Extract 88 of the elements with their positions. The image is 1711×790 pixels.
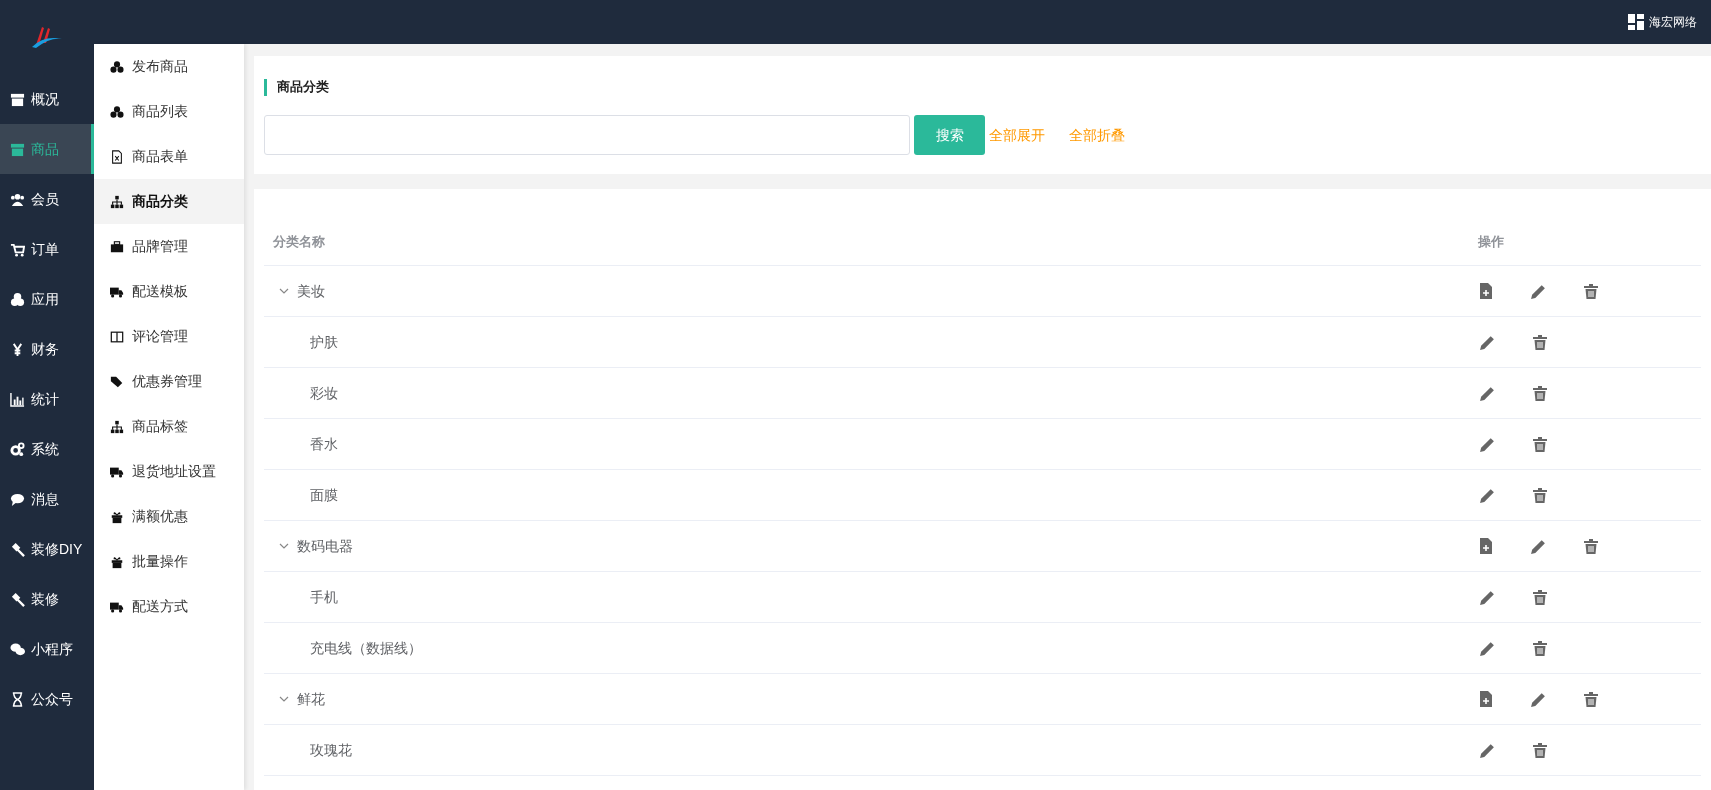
columns-icon (110, 329, 124, 344)
trash-icon[interactable] (1584, 283, 1598, 299)
category-name: 护肤 (310, 332, 338, 352)
nav-item[interactable]: 小程序 (0, 624, 94, 674)
trash-icon[interactable] (1584, 538, 1598, 554)
submenu-item[interactable]: 配送模板 (94, 269, 244, 314)
nav-item[interactable]: 装修 (0, 574, 94, 624)
submenu-item[interactable]: 品牌管理 (94, 224, 244, 269)
users-icon (10, 191, 25, 207)
sitemap-icon (110, 194, 124, 209)
nav-item[interactable]: 会员 (0, 174, 94, 224)
nav-item[interactable]: 统计 (0, 374, 94, 424)
pencil-icon[interactable] (1479, 588, 1496, 606)
submenu-item[interactable]: 商品标签 (94, 404, 244, 449)
pencil-icon[interactable] (1479, 639, 1496, 657)
trash-icon[interactable] (1533, 436, 1547, 452)
add-file-icon[interactable] (1479, 538, 1493, 554)
nav-item[interactable]: 公众号 (0, 674, 94, 724)
sitemap-icon (110, 419, 124, 434)
submenu-item[interactable]: 商品表单 (94, 134, 244, 179)
category-name: 手机 (310, 587, 338, 607)
submenu-item[interactable]: 评论管理 (94, 314, 244, 359)
trash-icon[interactable] (1533, 742, 1547, 758)
pencil-icon[interactable] (1530, 282, 1547, 300)
grid-icon[interactable] (1628, 14, 1644, 30)
pencil-icon[interactable] (1479, 435, 1496, 453)
add-file-icon[interactable] (1479, 283, 1493, 299)
pencil-icon[interactable] (1479, 384, 1496, 402)
category-name: 充电线（数据线） (310, 638, 422, 658)
pencil-icon[interactable] (1479, 486, 1496, 504)
column-header: 操作 (1478, 232, 1505, 251)
chat-bubbles-icon (10, 641, 25, 657)
submenu-item[interactable]: 配送方式 (94, 584, 244, 629)
category-name: 美妆 (297, 281, 325, 301)
archive-icon (10, 141, 25, 157)
search-field[interactable] (264, 115, 910, 155)
column-header: 分类名称 (272, 232, 326, 251)
add-file-icon[interactable] (1479, 691, 1493, 707)
trash-icon[interactable] (1533, 640, 1547, 656)
pencil-icon[interactable] (1530, 537, 1547, 555)
category-name: 香水 (310, 434, 338, 454)
cart-icon (10, 241, 25, 257)
trash-icon[interactable] (1533, 589, 1547, 605)
submenu-item[interactable]: 发布商品 (94, 44, 244, 89)
gift-icon (110, 509, 124, 524)
nav-item[interactable]: 系统 (0, 424, 94, 474)
submenu-item[interactable]: 商品分类 (94, 179, 244, 224)
submenu-item[interactable]: 满额优惠 (94, 494, 244, 539)
tag-icon (110, 374, 124, 389)
nav-item[interactable]: 概况 (0, 74, 94, 124)
hourglass-icon (10, 691, 25, 707)
category-name: 玫瑰花 (310, 740, 352, 760)
archive-icon (10, 91, 25, 107)
chevron-icon[interactable] (279, 286, 289, 296)
bar-chart-icon (10, 391, 25, 407)
nav-item[interactable]: 应用 (0, 274, 94, 324)
trash-icon[interactable] (1533, 334, 1547, 350)
pencil-icon[interactable] (1479, 333, 1496, 351)
trash-icon[interactable] (1533, 385, 1547, 401)
category-name: 鲜花 (297, 689, 325, 709)
chevron-icon[interactable] (279, 694, 289, 704)
trash-icon[interactable] (1584, 691, 1598, 707)
submenu-item[interactable]: 批量操作 (94, 539, 244, 584)
gift-icon (110, 554, 124, 569)
nav-item[interactable]: 消息 (0, 474, 94, 524)
category-name: 彩妆 (310, 383, 338, 403)
nav-item[interactable]: 财务 (0, 324, 94, 374)
submenu-item[interactable]: 退货地址设置 (94, 449, 244, 494)
trash-icon[interactable] (1533, 487, 1547, 503)
submenu-item[interactable]: 商品列表 (94, 89, 244, 134)
gavel-icon (10, 541, 25, 557)
pencil-icon[interactable] (1530, 690, 1547, 708)
submenu-item[interactable]: 优惠券管理 (94, 359, 244, 404)
nav-item[interactable]: 商品 (0, 124, 94, 174)
nav-item[interactable]: 装修DIY (0, 524, 94, 574)
category-name: 面膜 (310, 485, 338, 505)
chevron-icon[interactable] (279, 541, 289, 551)
briefcase-icon (110, 239, 124, 254)
category-name: 数码电器 (297, 536, 353, 556)
pencil-icon[interactable] (1479, 741, 1496, 759)
nav-item[interactable]: 订单 (0, 224, 94, 274)
yen-icon (10, 341, 25, 357)
user-name[interactable]: 海宏网络 (1649, 13, 1697, 31)
panel-title: 商品分类 (277, 78, 329, 97)
file-icon (110, 149, 124, 164)
speech-bubble-icon (10, 491, 25, 507)
gears-icon (10, 441, 25, 457)
gavel-icon (10, 591, 25, 607)
